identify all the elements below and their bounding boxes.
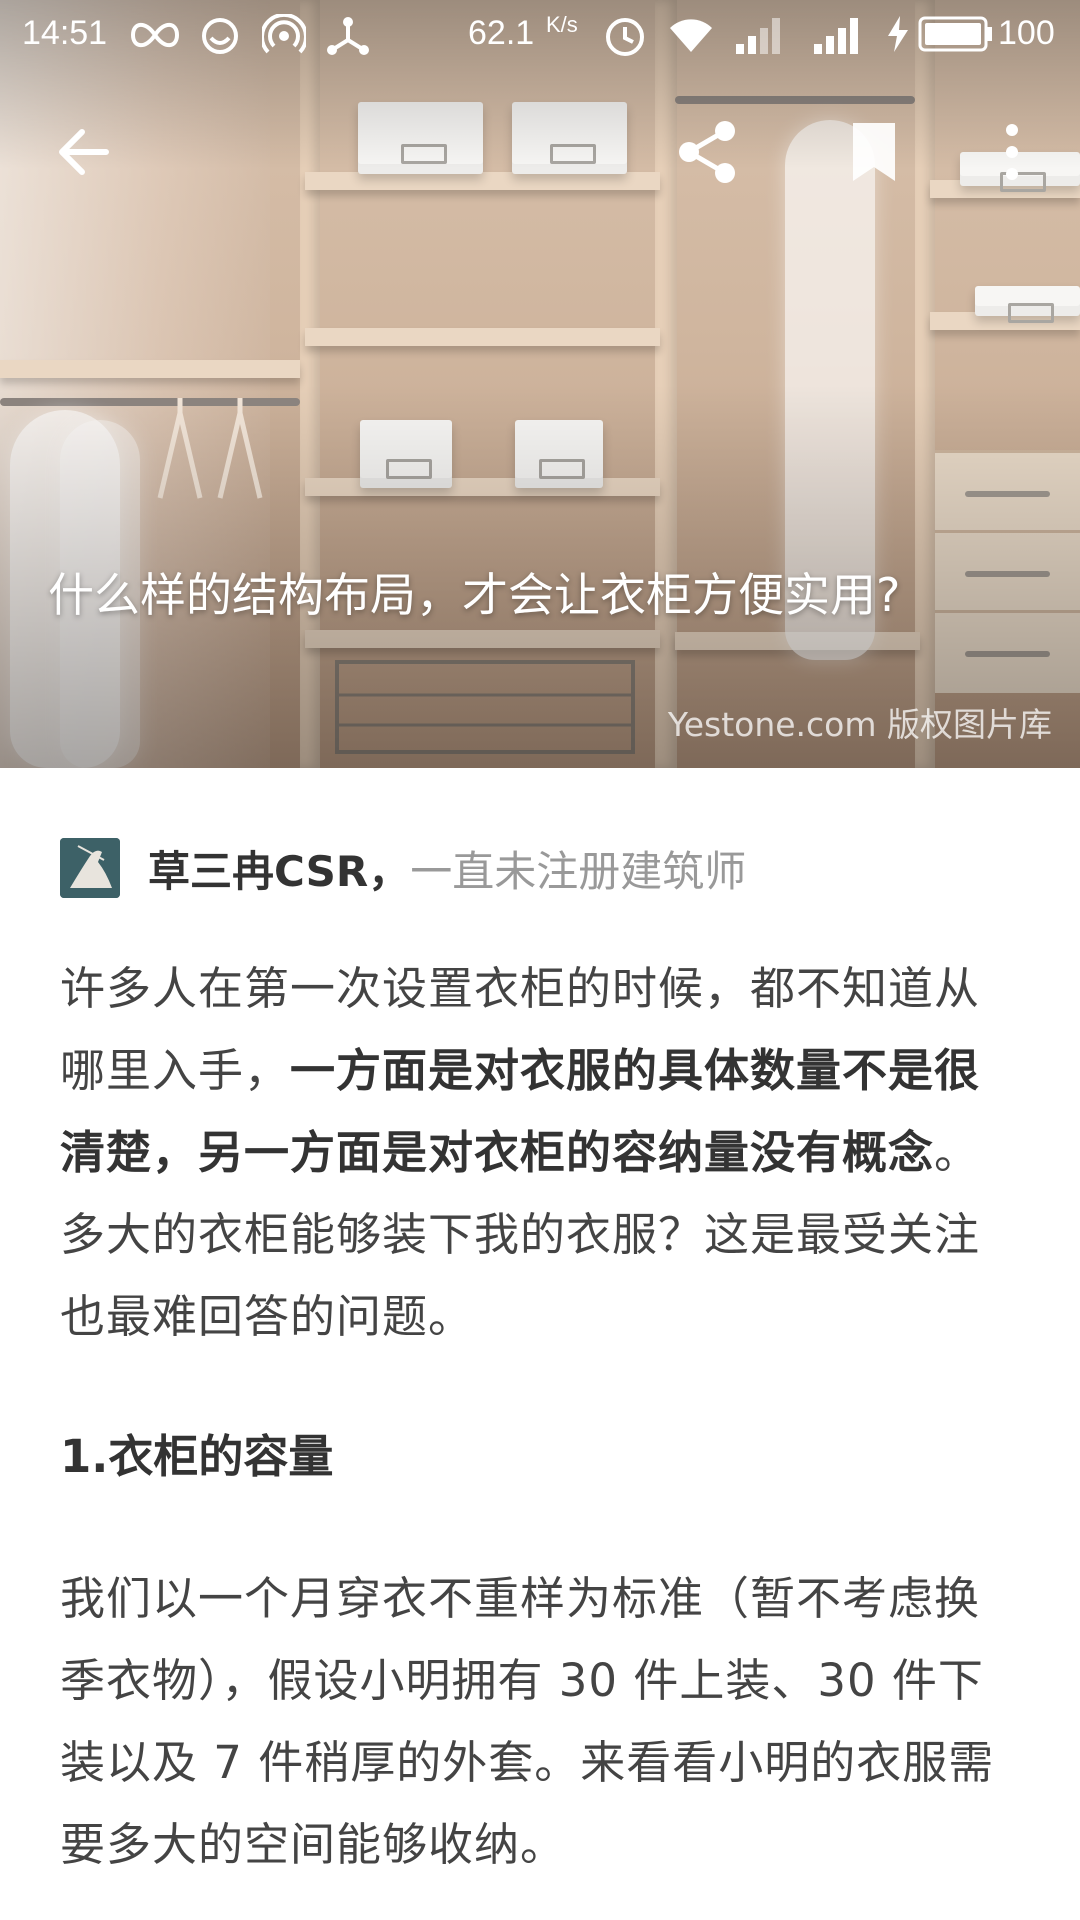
bookmark-icon [853,123,895,181]
charging-icon [888,16,908,52]
article-title: 什么样的结构布局，才会让衣柜方便实用? [48,568,901,622]
wifi-icon [670,19,712,52]
author-name[interactable]: 草三冉CSR， [148,838,410,899]
battery-level: 100 [998,14,1055,52]
share-icon [679,121,735,183]
more-vertical-icon [1006,124,1018,180]
signal-icon [736,18,780,54]
arrow-left-icon [59,129,109,175]
author-bio: 一直未注册建筑师 [410,846,747,896]
face-icon [202,18,238,54]
image-watermark: Yestone.com 版权图片库 [667,705,1052,744]
usb-icon [327,17,369,55]
infinity-icon [130,22,180,48]
net-unit: K/s [546,12,578,37]
signal-icon [814,18,858,54]
bookmark-button[interactable] [834,112,914,192]
hero-gradient [0,0,1080,768]
article-body: 许多人在第一次设置衣柜的时候，都不知道从哪里入手，一方面是对衣服的具体数量不是很… [60,948,1000,1886]
section-heading: 1.衣柜的容量 [60,1430,334,1483]
avatar[interactable] [60,838,120,898]
share-button[interactable] [668,112,748,192]
paragraph: 我们以一个月穿衣不重样为标准（暂不考虑换季衣物），假设小明拥有 30 件上装、3… [60,1572,995,1871]
hero-image: 14:51 62.1 K/s 100 什么样的结构布局，才会让衣柜方便实用? Y… [0,0,1080,768]
alarm-icon [606,18,644,56]
author-row[interactable]: 草三冉CSR， 一直未注册建筑师 [60,838,746,898]
back-button[interactable] [44,112,124,192]
hotspot-icon [262,14,306,54]
net-speed: 62.1 [468,14,535,52]
paragraph: 许多人在第一次设置衣柜的时候，都不知道从哪里入手，一方面是对衣服的具体数量不是很… [60,948,1000,1358]
status-bar: 14:51 62.1 K/s 100 [0,0,1080,66]
battery-icon [918,16,992,52]
status-time: 14:51 [22,14,108,52]
more-button[interactable] [972,112,1052,192]
avatar-figure-icon [60,838,120,898]
